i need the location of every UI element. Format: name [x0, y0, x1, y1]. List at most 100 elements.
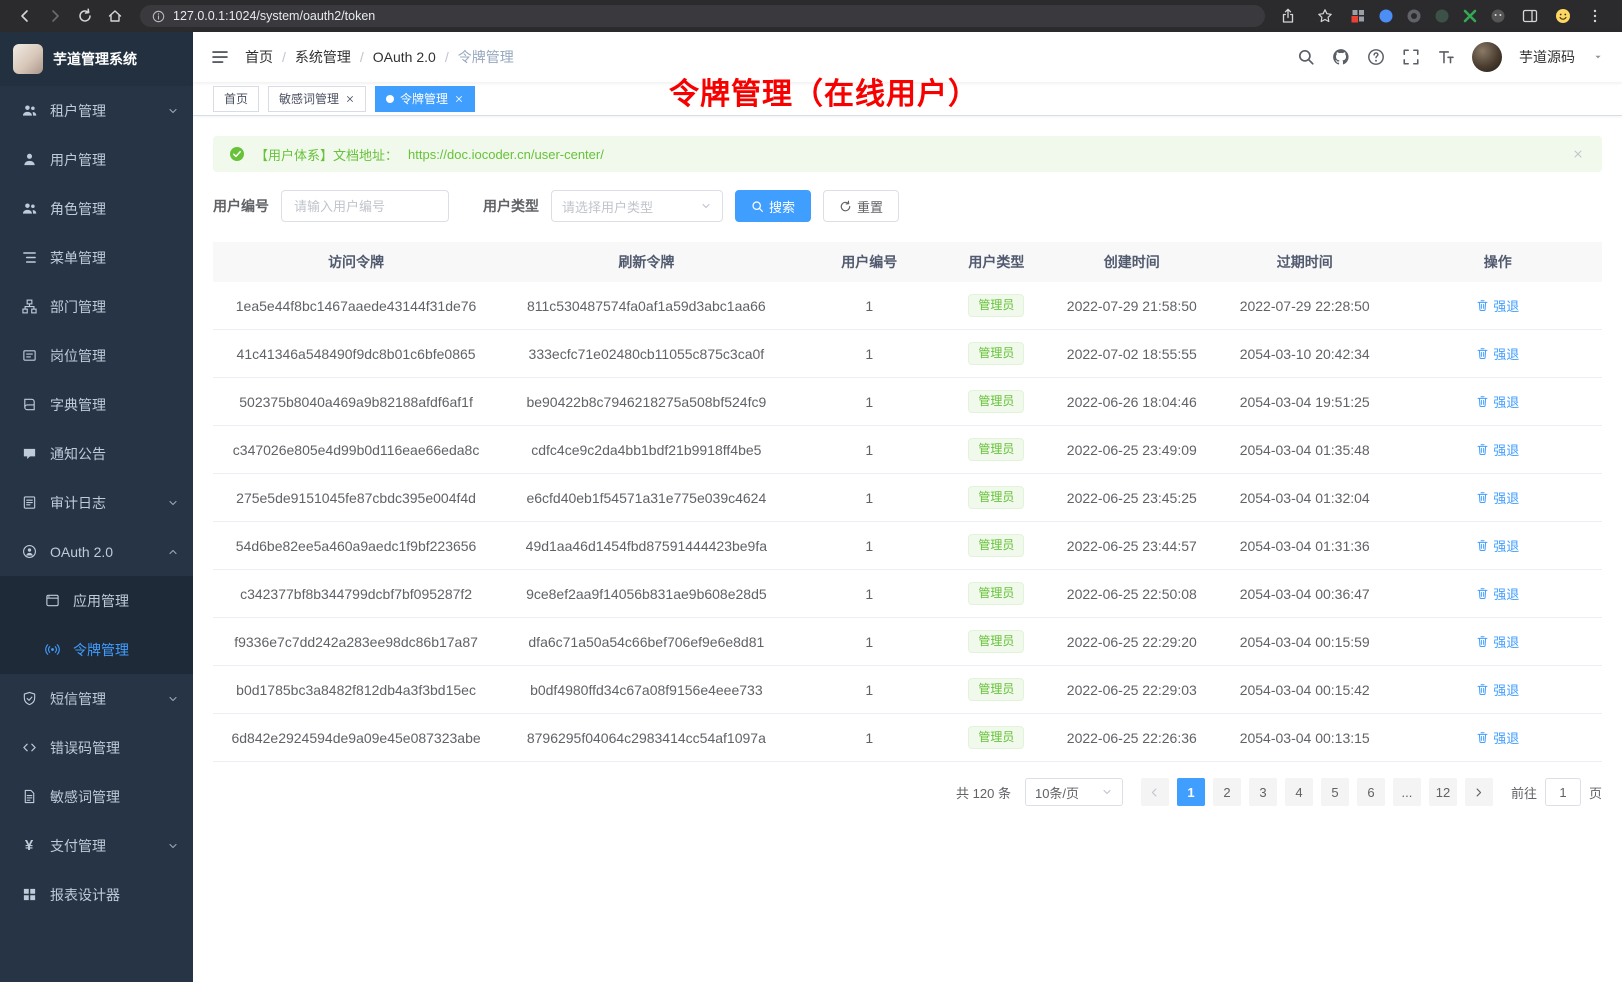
- extension-icon-5[interactable]: [1461, 8, 1478, 25]
- expire-time-cell: 2054-03-04 00:13:15: [1216, 730, 1394, 746]
- sidebar-menu: 租户管理 用户管理 角色管理 菜单管理 部门管理 岗位管理: [0, 86, 193, 982]
- table-row: 1ea5e44f8bc1467aaede43144f31de76 811c530…: [213, 282, 1602, 330]
- sidebar-item-menu[interactable]: 菜单管理: [0, 233, 193, 282]
- search-button[interactable]: 搜索: [735, 190, 811, 222]
- sidebar-item-payment[interactable]: 支付管理: [0, 821, 193, 870]
- tab-sensitive-words[interactable]: 敏感词管理: [268, 86, 366, 112]
- force-logout-button[interactable]: 强退: [1476, 584, 1519, 603]
- sidebar-item-dict[interactable]: 字典管理: [0, 380, 193, 429]
- sidebar-item-report-designer[interactable]: 报表设计器: [0, 870, 193, 919]
- browser-reload-button[interactable]: [72, 3, 98, 29]
- access-token-cell: 54d6be82ee5a460a9aedc1f9bf223656: [213, 538, 499, 554]
- user-avatar[interactable]: [1472, 42, 1502, 72]
- force-logout-button[interactable]: 强退: [1476, 680, 1519, 699]
- delete-icon: [1476, 491, 1489, 504]
- tab-home[interactable]: 首页: [213, 86, 259, 112]
- force-logout-label: 强退: [1493, 344, 1519, 363]
- force-logout-button[interactable]: 强退: [1476, 296, 1519, 315]
- page-info-icon[interactable]: [152, 10, 165, 23]
- sidebar-item-oauth2-token[interactable]: 令牌管理: [0, 625, 193, 674]
- browser-back-button[interactable]: [12, 3, 38, 29]
- user-id-input[interactable]: [281, 190, 449, 222]
- extension-icon-6[interactable]: [1489, 8, 1506, 25]
- user-id-cell: 1: [794, 298, 945, 314]
- user-name[interactable]: 芋道源码: [1519, 47, 1575, 67]
- doc-link[interactable]: https://doc.iocoder.cn/user-center/: [408, 147, 604, 162]
- extension-icon-4[interactable]: [1433, 8, 1450, 25]
- browser-menu-icon[interactable]: [1582, 3, 1608, 29]
- goto-page-input[interactable]: [1545, 778, 1581, 806]
- page-size-select[interactable]: 10条/页: [1025, 778, 1123, 806]
- user-type-badge: 管理员: [968, 438, 1024, 462]
- page-button-4[interactable]: 4: [1285, 778, 1313, 806]
- page-button-1[interactable]: 1: [1177, 778, 1205, 806]
- refresh-token-cell: 8796295f04064c2983414cc54af1097a: [499, 730, 793, 746]
- col-refresh-token: 刷新令牌: [499, 252, 793, 272]
- close-icon[interactable]: [1572, 148, 1584, 160]
- search-icon[interactable]: [1297, 48, 1315, 66]
- hamburger-icon[interactable]: [193, 47, 245, 67]
- create-time-cell: 2022-06-25 22:29:20: [1048, 634, 1216, 650]
- page-button-6[interactable]: 6: [1357, 778, 1385, 806]
- sidebar-item-role[interactable]: 角色管理: [0, 184, 193, 233]
- force-logout-button[interactable]: 强退: [1476, 728, 1519, 747]
- sidebar-item-sms[interactable]: 短信管理: [0, 674, 193, 723]
- close-icon[interactable]: [345, 94, 355, 104]
- sidebar-item-notice[interactable]: 通知公告: [0, 429, 193, 478]
- sidebar-toggle-icon[interactable]: [1517, 3, 1543, 29]
- delete-icon: [1476, 683, 1489, 696]
- share-icon[interactable]: [1275, 3, 1301, 29]
- fullscreen-icon[interactable]: [1402, 48, 1420, 66]
- user-id-cell: 1: [794, 586, 945, 602]
- peoples-icon: [21, 103, 37, 119]
- force-logout-button[interactable]: 强退: [1476, 632, 1519, 651]
- extension-icon-1[interactable]: [1349, 8, 1366, 25]
- browser-forward-button[interactable]: [42, 3, 68, 29]
- force-logout-button[interactable]: 强退: [1476, 488, 1519, 507]
- sidebar-item-oauth2[interactable]: OAuth 2.0: [0, 527, 193, 576]
- user-type-badge: 管理员: [968, 726, 1024, 750]
- force-logout-button[interactable]: 强退: [1476, 440, 1519, 459]
- extension-icon-2[interactable]: [1377, 8, 1394, 25]
- bookmark-star-icon[interactable]: [1312, 3, 1338, 29]
- pagination-next-button[interactable]: [1465, 778, 1493, 806]
- font-size-icon[interactable]: [1437, 48, 1455, 66]
- page-ellipsis-button[interactable]: ...: [1393, 778, 1421, 806]
- breadcrumb-system[interactable]: 系统管理: [295, 47, 373, 67]
- page-button-12[interactable]: 12: [1429, 778, 1457, 806]
- extension-icon-3[interactable]: [1405, 8, 1422, 25]
- browser-profile-avatar[interactable]: [1554, 8, 1571, 25]
- sidebar-item-audit-log[interactable]: 审计日志: [0, 478, 193, 527]
- browser-home-button[interactable]: [102, 3, 128, 29]
- page-button-3[interactable]: 3: [1249, 778, 1277, 806]
- force-logout-button[interactable]: 强退: [1476, 392, 1519, 411]
- sidebar-item-post[interactable]: 岗位管理: [0, 331, 193, 380]
- force-logout-button[interactable]: 强退: [1476, 344, 1519, 363]
- sidebar-item-error-code[interactable]: 错误码管理: [0, 723, 193, 772]
- announcement-icon: [21, 446, 37, 462]
- sidebar-item-tenant[interactable]: 租户管理: [0, 86, 193, 135]
- sidebar-item-sensitive-words[interactable]: 敏感词管理: [0, 772, 193, 821]
- sidebar-item-user[interactable]: 用户管理: [0, 135, 193, 184]
- user-id-cell: 1: [794, 634, 945, 650]
- page-button-2[interactable]: 2: [1213, 778, 1241, 806]
- reset-button[interactable]: 重置: [823, 190, 899, 222]
- user-type-badge: 管理员: [968, 630, 1024, 654]
- url-bar[interactable]: 127.0.0.1:1024/system/oauth2/token: [140, 5, 1265, 27]
- breadcrumb-oauth2[interactable]: OAuth 2.0: [373, 49, 458, 65]
- yen-icon: [21, 838, 37, 854]
- user-type-select[interactable]: 请选择用户类型: [551, 190, 723, 222]
- expire-time-cell: 2054-03-04 01:32:04: [1216, 490, 1394, 506]
- sidebar-item-oauth2-app[interactable]: 应用管理: [0, 576, 193, 625]
- force-logout-button[interactable]: 强退: [1476, 536, 1519, 555]
- app-logo[interactable]: 芋道管理系统: [0, 32, 193, 86]
- breadcrumb-home[interactable]: 首页: [245, 47, 295, 67]
- page-button-5[interactable]: 5: [1321, 778, 1349, 806]
- tab-token-management[interactable]: 令牌管理: [375, 86, 475, 112]
- sidebar-item-dept[interactable]: 部门管理: [0, 282, 193, 331]
- help-icon[interactable]: [1367, 48, 1385, 66]
- github-icon[interactable]: [1332, 48, 1350, 66]
- chevron-down-icon: [167, 497, 179, 509]
- pagination-prev-button[interactable]: [1141, 778, 1169, 806]
- close-icon[interactable]: [454, 94, 464, 104]
